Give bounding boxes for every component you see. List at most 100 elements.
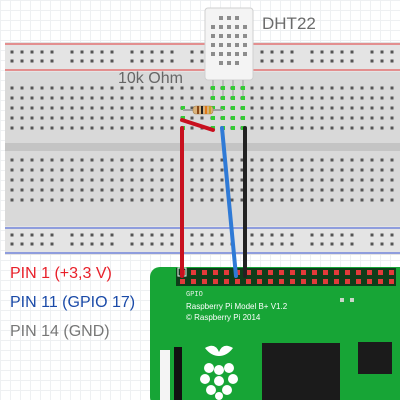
- rail-hole: [40, 59, 44, 63]
- terminal-hole: [280, 116, 284, 120]
- terminal-hole: [190, 96, 194, 100]
- rail-hole: [290, 233, 294, 237]
- terminal-hole: [380, 188, 384, 192]
- terminal-hole: [160, 106, 164, 110]
- terminal-hole: [200, 168, 204, 172]
- terminal-hole: [70, 188, 74, 192]
- rail-hole: [310, 59, 314, 63]
- terminal-hole: [330, 106, 334, 110]
- terminal-hole: [160, 168, 164, 172]
- terminal-hole: [260, 158, 264, 162]
- rail-hole: [110, 59, 114, 63]
- terminal-hole: [100, 188, 104, 192]
- rail-hole: [140, 233, 144, 237]
- terminal-hole: [80, 168, 84, 172]
- terminal-hole: [350, 106, 354, 110]
- rail-hole: [110, 242, 114, 246]
- terminal-hole: [80, 126, 84, 130]
- connected-hole: [231, 116, 235, 120]
- terminal-hole: [50, 126, 54, 130]
- terminal-hole: [280, 96, 284, 100]
- rail-hole: [160, 242, 164, 246]
- terminal-hole: [50, 178, 54, 182]
- camera-connector: [160, 350, 170, 400]
- terminal-hole: [360, 96, 364, 100]
- terminal-hole: [360, 168, 364, 172]
- rail-hole: [340, 242, 344, 246]
- terminal-hole: [300, 188, 304, 192]
- terminal-hole: [50, 188, 54, 192]
- terminal-hole: [170, 106, 174, 110]
- rail-hole: [170, 242, 174, 246]
- rail-hole: [150, 242, 154, 246]
- terminal-hole: [130, 126, 134, 130]
- rail-hole: [10, 59, 14, 63]
- rail-hole: [200, 59, 204, 63]
- terminal-hole: [320, 188, 324, 192]
- terminal-hole: [220, 188, 224, 192]
- terminal-hole: [120, 198, 124, 202]
- terminal-hole: [140, 116, 144, 120]
- rail-hole: [170, 50, 174, 54]
- terminal-hole: [330, 96, 334, 100]
- terminal-hole: [380, 106, 384, 110]
- terminal-hole: [370, 168, 374, 172]
- terminal-hole: [20, 168, 24, 172]
- terminal-hole: [370, 86, 374, 90]
- gpio-pin: [334, 270, 339, 275]
- terminal-hole: [100, 158, 104, 162]
- terminal-hole: [250, 96, 254, 100]
- terminal-hole: [230, 168, 234, 172]
- rail-hole: [210, 242, 214, 246]
- terminal-hole: [320, 198, 324, 202]
- gpio-pin: [268, 279, 273, 284]
- terminal-hole: [80, 178, 84, 182]
- terminal-hole: [90, 96, 94, 100]
- terminal-hole: [230, 158, 234, 162]
- terminal-hole: [300, 116, 304, 120]
- rail-hole: [90, 242, 94, 246]
- terminal-hole: [330, 188, 334, 192]
- terminal-hole: [270, 198, 274, 202]
- terminal-hole: [290, 106, 294, 110]
- terminal-hole: [210, 198, 214, 202]
- terminal-hole: [170, 188, 174, 192]
- rail-hole: [30, 233, 34, 237]
- center-channel: [5, 143, 400, 151]
- terminal-hole: [370, 126, 374, 130]
- terminal-hole: [270, 158, 274, 162]
- terminal-hole: [380, 86, 384, 90]
- terminal-hole: [110, 116, 114, 120]
- terminal-hole: [20, 178, 24, 182]
- terminal-hole: [320, 158, 324, 162]
- rail-hole: [20, 50, 24, 54]
- terminal-hole: [90, 158, 94, 162]
- terminal-hole: [260, 168, 264, 172]
- terminal-hole: [20, 158, 24, 162]
- terminal-hole: [310, 126, 314, 130]
- terminal-hole: [250, 106, 254, 110]
- terminal-hole: [350, 178, 354, 182]
- rail-hole: [370, 242, 374, 246]
- terminal-hole: [130, 188, 134, 192]
- rail-hole: [380, 50, 384, 54]
- rail-hole: [390, 242, 394, 246]
- rail-hole: [170, 233, 174, 237]
- rail-hole: [140, 50, 144, 54]
- rail-hole: [100, 59, 104, 63]
- terminal-hole: [280, 158, 284, 162]
- rail-hole: [370, 59, 374, 63]
- terminal-hole: [100, 178, 104, 182]
- terminal-hole: [340, 106, 344, 110]
- terminal-hole: [180, 96, 184, 100]
- gpio-pin: [213, 279, 218, 284]
- terminal-hole: [300, 126, 304, 130]
- rail-hole: [150, 59, 154, 63]
- gpio-pin: [312, 279, 317, 284]
- gpio-pin: [378, 270, 383, 275]
- terminal-hole: [260, 106, 264, 110]
- sensor-name-label: DHT22: [262, 14, 316, 33]
- terminal-hole: [20, 106, 24, 110]
- connected-hole: [211, 86, 215, 90]
- terminal-hole: [50, 106, 54, 110]
